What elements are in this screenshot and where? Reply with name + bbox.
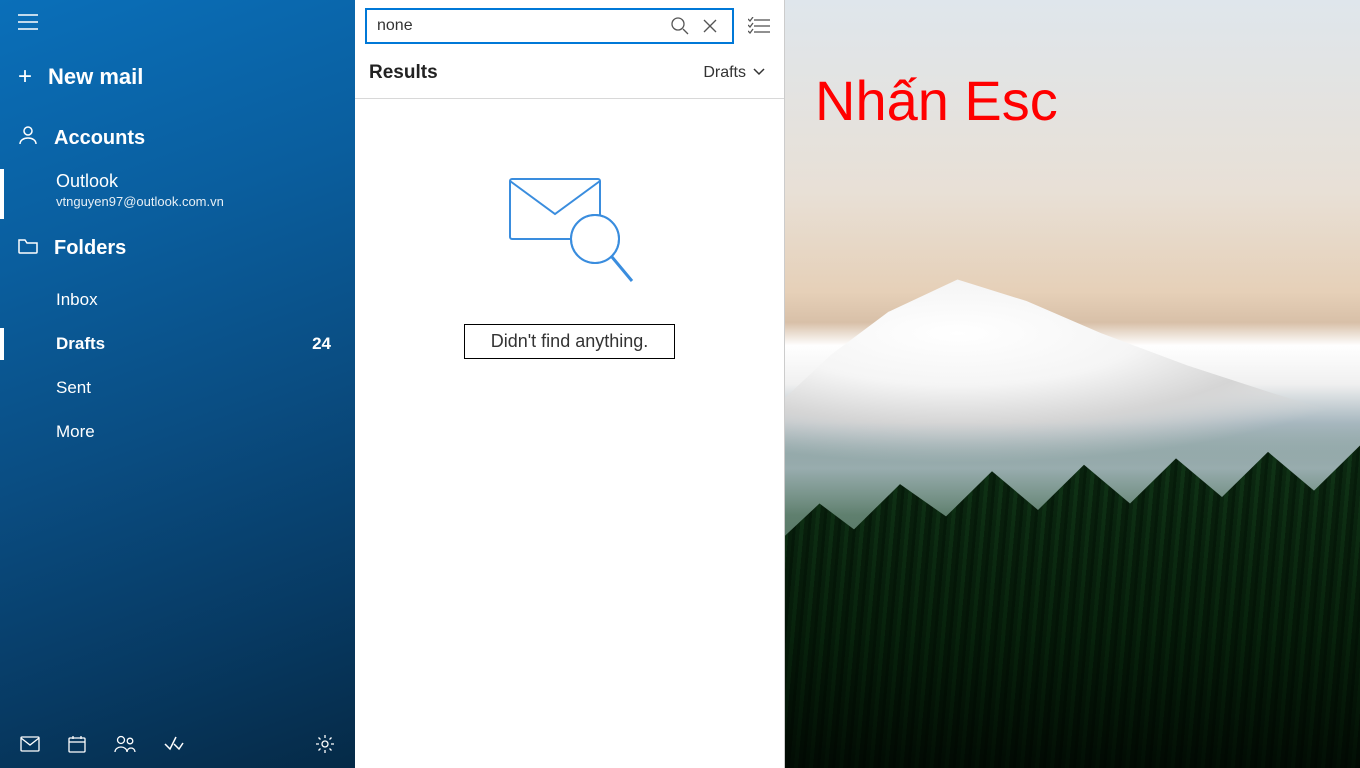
accounts-header-label: Accounts <box>54 127 145 150</box>
hamburger-menu-button[interactable] <box>0 0 355 49</box>
folder-item-more[interactable]: More <box>0 410 355 454</box>
search-box <box>365 8 734 44</box>
folder-count: 24 <box>312 334 331 354</box>
plus-icon: + <box>18 63 32 91</box>
settings-button[interactable] <box>315 734 335 754</box>
todo-button[interactable] <box>164 736 184 752</box>
clear-search-button[interactable] <box>696 18 724 34</box>
folder-label: Sent <box>56 378 91 398</box>
account-item[interactable]: Outlook vtnguyen97@outlook.com.vn <box>0 165 355 223</box>
folder-label: Inbox <box>56 290 98 310</box>
folder-label: Drafts <box>56 334 105 354</box>
folder-label: More <box>56 422 95 442</box>
results-filter-label: Drafts <box>703 64 746 82</box>
chevron-down-icon <box>752 64 766 82</box>
mail-button[interactable] <box>20 736 40 752</box>
calendar-button[interactable] <box>68 735 86 753</box>
empty-search-icon <box>500 169 640 294</box>
accounts-header[interactable]: Accounts <box>0 111 355 165</box>
folder-icon <box>18 237 38 260</box>
empty-message: Didn't find anything. <box>464 324 676 359</box>
folder-item-inbox[interactable]: Inbox <box>0 278 355 322</box>
search-submit-button[interactable] <box>664 16 696 36</box>
filter-button[interactable] <box>744 17 774 35</box>
search-input[interactable] <box>377 17 664 35</box>
results-title: Results <box>369 62 438 84</box>
folder-list: Inbox Drafts 24 Sent More <box>0 274 355 454</box>
empty-state: Didn't find anything. <box>355 99 784 359</box>
people-button[interactable] <box>114 735 136 753</box>
folders-header[interactable]: Folders <box>0 223 355 274</box>
overlay-instruction-text: Nhấn Esc <box>815 68 1058 133</box>
folder-item-drafts[interactable]: Drafts 24 <box>0 322 355 366</box>
account-email: vtnguyen97@outlook.com.vn <box>56 194 337 209</box>
new-mail-button[interactable]: + New mail <box>0 49 355 111</box>
person-icon <box>18 125 38 151</box>
sidebar: + New mail Accounts Outlook vtnguyen97@o… <box>0 0 355 768</box>
folder-item-sent[interactable]: Sent <box>0 366 355 410</box>
search-row <box>355 0 784 52</box>
new-mail-label: New mail <box>48 64 143 90</box>
account-name: Outlook <box>56 171 337 192</box>
results-header: Results Drafts <box>355 52 784 99</box>
folders-header-label: Folders <box>54 237 126 260</box>
results-filter-dropdown[interactable]: Drafts <box>703 64 766 82</box>
reading-pane: Nhấn Esc <box>785 0 1360 768</box>
bottom-bar <box>0 720 355 768</box>
message-list-pane: Results Drafts Didn't find anything. <box>355 0 785 768</box>
